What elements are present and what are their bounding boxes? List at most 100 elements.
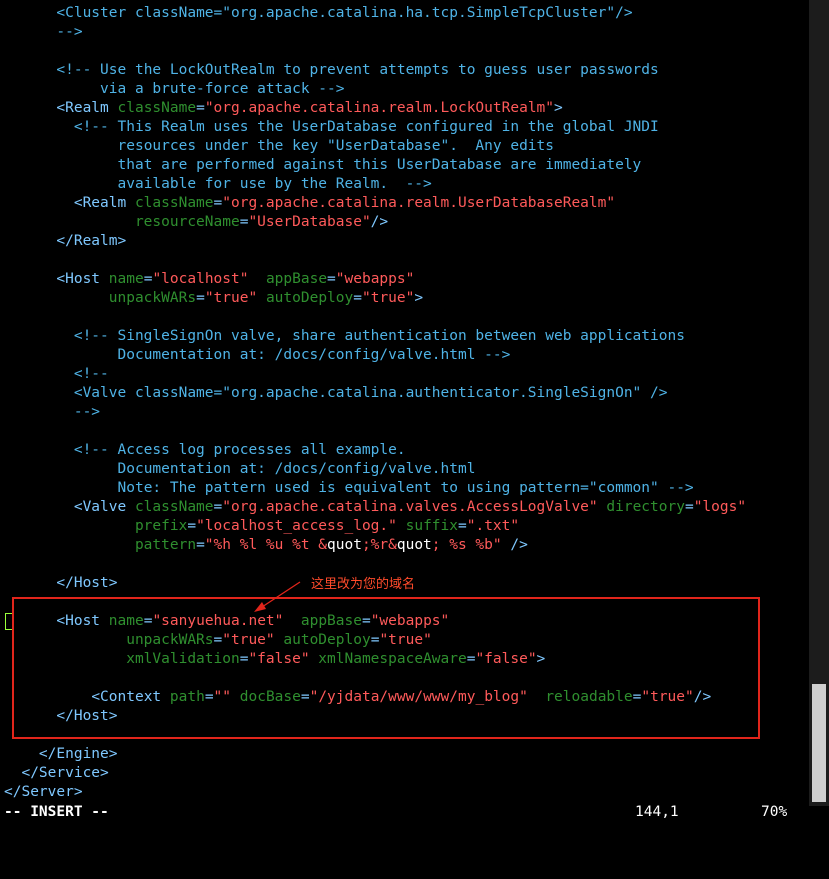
code-token: suffix: [405, 518, 458, 534]
code-token: className: [134, 195, 214, 211]
code-token: Documentation at: /docs/config/valve.htm…: [117, 461, 476, 477]
code-token: =: [327, 271, 336, 287]
code-line: that are performed against this UserData…: [4, 156, 804, 175]
code-token: =: [684, 499, 694, 515]
code-token: resourceName: [134, 214, 240, 230]
code-line: <!-- This Realm uses the UserDatabase co…: [4, 118, 804, 137]
code-line: </Realm>: [4, 232, 804, 251]
code-token: =: [353, 290, 362, 306]
code-token: ; %s %b": [431, 537, 502, 553]
code-line: <Valve className="org.apache.catalina.au…: [4, 384, 804, 403]
code-token: </Service>: [21, 765, 109, 781]
code-token: available for use by the Realm. -->: [117, 176, 432, 192]
code-token: =: [196, 537, 205, 553]
code-token: <!-- This Realm uses the UserDatabase co…: [73, 119, 659, 135]
code-line: Documentation at: /docs/config/valve.htm…: [4, 346, 804, 365]
code-token: </Realm>: [56, 233, 127, 249]
code-token: />: [501, 537, 528, 553]
code-line: <Realm className="org.apache.catalina.re…: [4, 99, 804, 118]
code-token: <Host: [56, 271, 109, 287]
code-token: />: [370, 214, 389, 230]
code-token: prefix: [134, 518, 188, 534]
code-line: resources under the key "UserDatabase". …: [4, 137, 804, 156]
code-token: >: [554, 100, 563, 116]
annotation-label: 这里改为您的域名: [311, 577, 416, 592]
code-token: className: [117, 100, 197, 116]
code-token: pattern: [134, 537, 197, 553]
code-line: available for use by the Realm. -->: [4, 175, 804, 194]
code-line: </Service>: [4, 764, 804, 783]
code-line: via a brute-force attack -->: [4, 80, 804, 99]
code-token: <Valve: [73, 499, 135, 515]
cursor-position: 144,1: [635, 804, 679, 820]
code-token: =: [196, 290, 205, 306]
code-token: =: [213, 195, 223, 211]
code-token: <!-- Use the LockOutRealm to prevent att…: [56, 62, 659, 78]
scrollbar-thumb[interactable]: [812, 684, 826, 802]
code-token: "UserDatabase": [248, 214, 371, 230]
code-token: quot: [327, 537, 362, 553]
code-token: <Realm: [56, 100, 118, 116]
code-token: quot: [396, 537, 432, 553]
status-line: -- INSERT -- 144,1 70%: [4, 803, 804, 822]
code-token: unpackWARs: [108, 290, 197, 306]
code-line: <Host name="localhost" appBase="webapps": [4, 270, 804, 289]
code-line: prefix="localhost_access_log." suffix=".…: [4, 517, 804, 536]
code-token: that are performed against this UserData…: [117, 157, 642, 173]
code-line: unpackWARs="true" autoDeploy="true">: [4, 289, 804, 308]
mode-indicator: -- INSERT --: [4, 804, 109, 820]
code-line: </Server>: [4, 783, 804, 802]
code-token: </Server>: [4, 784, 83, 800]
code-token: directory: [606, 499, 685, 515]
code-token: <Realm: [73, 195, 135, 211]
code-line: <!-- SingleSignOn valve, share authentic…: [4, 327, 804, 346]
code-token: name: [108, 271, 144, 287]
vertical-scrollbar[interactable]: [809, 0, 829, 806]
code-line: <Cluster className="org.apache.catalina.…: [4, 4, 804, 23]
code-token: </Host>: [56, 575, 118, 591]
code-token: =: [213, 499, 223, 515]
code-token: autoDeploy: [265, 290, 354, 306]
code-line: pattern="%h %l %u %t &quot;%r&quot; %s %…: [4, 536, 804, 555]
code-token: Documentation at: /docs/config/valve.htm…: [117, 347, 511, 363]
code-token: "logs": [693, 499, 747, 515]
code-token: "localhost": [152, 271, 249, 287]
code-token: Note: The pattern used is equivalent to …: [117, 480, 694, 496]
code-token: ".txt": [466, 518, 520, 534]
code-line: <!--: [4, 365, 804, 384]
code-token: className: [134, 499, 214, 515]
code-token: <Cluster className="org.apache.catalina.…: [56, 5, 633, 21]
code-token: "org.apache.catalina.realm.UserDatabaseR…: [222, 195, 616, 211]
code-token: ;%r&: [361, 537, 397, 553]
